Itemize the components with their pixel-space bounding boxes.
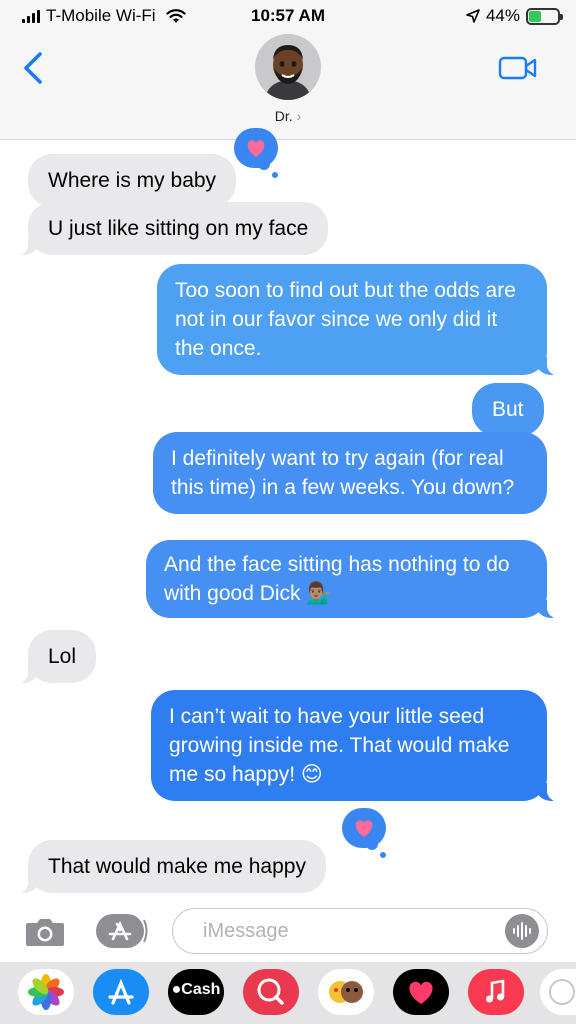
memoji-stickers-button[interactable]: [318, 969, 374, 1015]
heart-tapback[interactable]: [234, 128, 278, 178]
imessage-placeholder: iMessage: [203, 920, 289, 942]
compose-bar: iMessage: [0, 898, 576, 962]
more-apps-button[interactable]: [540, 969, 576, 1015]
video-call-icon[interactable]: [498, 54, 538, 82]
battery-percent: 44%: [485, 6, 520, 25]
apple-cash-button[interactable]: ●Cash: [168, 969, 224, 1015]
imessage-input[interactable]: iMessage: [172, 908, 548, 954]
location-arrow-icon: [466, 9, 480, 23]
digital-touch-icon: [409, 981, 433, 1004]
status-bar: T-Mobile Wi-Fi 10:57 AM 44%: [0, 0, 576, 34]
back-chevron-icon[interactable]: [20, 50, 50, 86]
contact-avatar[interactable]: [255, 34, 321, 100]
message-bubble-outgoing[interactable]: I can’t wait to have your little seed gr…: [151, 690, 557, 801]
message-bubble-incoming[interactable]: That would make me happy: [18, 840, 326, 893]
waveform-icon: [513, 922, 531, 940]
battery-level: [529, 10, 542, 22]
apple-logo-icon: ●: [171, 981, 182, 998]
photos-app-button[interactable]: [18, 969, 74, 1015]
message-bubble-outgoing[interactable]: I definitely want to try again (for real…: [153, 432, 547, 514]
battery-icon: [526, 7, 563, 25]
image-search-button[interactable]: [243, 969, 299, 1015]
search-images-icon: [257, 978, 284, 1005]
music-button[interactable]: [468, 969, 524, 1015]
message-bubble-outgoing[interactable]: Too soon to find out but the odds are no…: [157, 264, 557, 375]
app-store-apps-icon[interactable]: [96, 914, 148, 948]
message-bubble-incoming[interactable]: Lol: [17, 630, 97, 683]
message-bubble-outgoing[interactable]: But: [472, 383, 544, 436]
camera-icon[interactable]: [24, 916, 66, 948]
memoji-avatar: [255, 34, 321, 100]
message-bubble-outgoing[interactable]: And the face sitting has nothing to do w…: [146, 540, 557, 618]
apple-cash-label: Cash: [181, 981, 221, 998]
more-icon: [549, 979, 575, 1005]
digital-touch-button[interactable]: [393, 969, 449, 1015]
memoji-stickers-icon: [329, 981, 363, 1003]
heart-icon: [247, 140, 265, 157]
heart-icon: [355, 820, 373, 837]
app-store-button[interactable]: [93, 969, 149, 1015]
imessage-app-drawer: ●Cash: [0, 962, 576, 1024]
contact-name-label: Dr.: [274, 108, 293, 124]
music-icon: [486, 979, 505, 1003]
chevron-right-icon: ›: [296, 108, 302, 124]
message-bubble-incoming[interactable]: U just like sitting on my face: [17, 202, 329, 255]
message-bubble-incoming[interactable]: Where is my baby: [28, 154, 237, 207]
audio-message-button[interactable]: [505, 914, 539, 948]
contact-name[interactable]: Dr. ›: [0, 108, 576, 124]
message-thread[interactable]: Where is my baby U just like sitting on …: [0, 128, 576, 898]
photos-icon: [28, 974, 64, 1010]
app-store-icon: [108, 978, 134, 1005]
heart-tapback[interactable]: [342, 808, 386, 858]
conversation-header: Dr. ›: [0, 34, 576, 140]
